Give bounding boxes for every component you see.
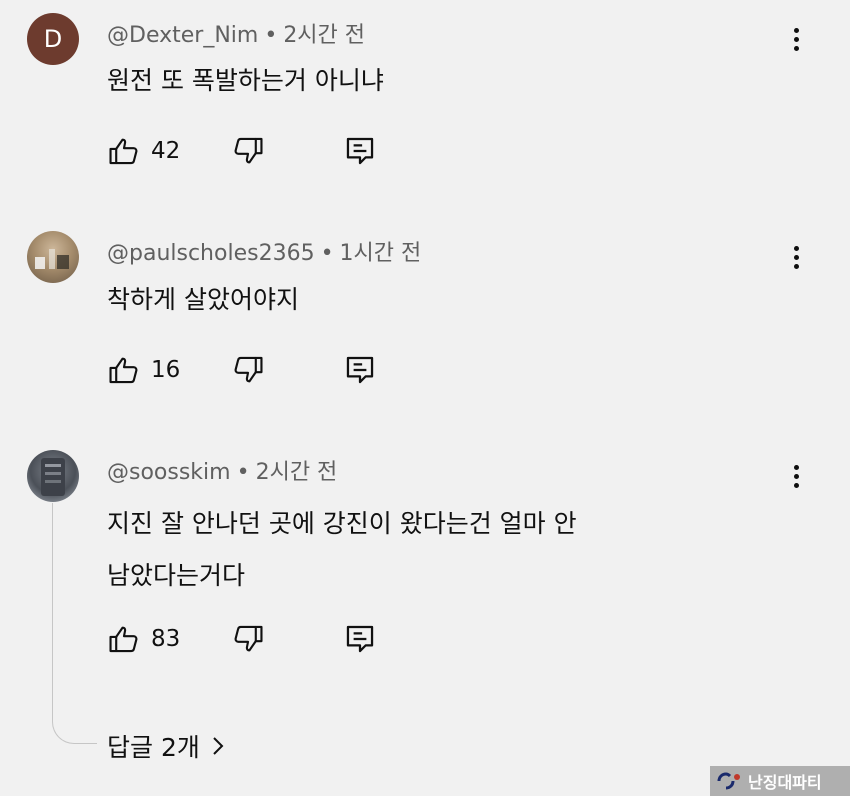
replies-label: 답글 2개	[107, 733, 200, 762]
thread-connector-line	[52, 503, 97, 744]
like-count: 16	[151, 357, 181, 383]
watermark: 난징대파티	[710, 766, 850, 796]
comment-time: 2시간 전	[255, 460, 338, 485]
watermark-text: 난징대파티	[748, 773, 822, 792]
comment-text: 착하게 살았어야지	[107, 280, 299, 316]
comment-text-line: 원전 또 폭발하는거 아니냐	[107, 66, 384, 95]
meta-separator: •	[236, 460, 250, 485]
meta-separator: •	[264, 23, 278, 48]
comment-meta: @paulscholes2365 • 1시간 전	[107, 235, 421, 267]
comment-author[interactable]: @paulscholes2365	[107, 241, 315, 266]
avatar[interactable]: D	[27, 13, 79, 65]
avatar[interactable]	[27, 231, 79, 283]
comment-actions: 42	[107, 134, 407, 170]
comment-text-line: 남았다는거다	[107, 561, 246, 590]
more-options-icon[interactable]	[784, 459, 808, 493]
comment-meta: @soosskim • 2시간 전	[107, 454, 337, 486]
like-count: 42	[151, 138, 181, 164]
thumbs-down-icon[interactable]	[231, 622, 265, 656]
reply-icon[interactable]	[343, 353, 377, 387]
like-count: 83	[151, 626, 181, 652]
more-options-icon[interactable]	[784, 240, 808, 274]
thumbs-up-icon[interactable]	[107, 622, 141, 656]
comment-text: 원전 또 폭발하는거 아니냐	[107, 61, 384, 97]
view-replies-button[interactable]: 답글 2개	[107, 728, 226, 764]
comment-text: 지진 잘 안나던 곳에 강진이 왔다는건 얼마 안 남았다는거다	[107, 498, 577, 602]
thumbs-down-icon[interactable]	[231, 353, 265, 387]
chevron-right-icon	[213, 737, 224, 755]
avatar-image	[35, 249, 69, 269]
thumbs-up-icon[interactable]	[107, 134, 141, 168]
meta-separator: •	[320, 241, 334, 266]
comment-author[interactable]: @soosskim	[107, 460, 231, 485]
comment-author[interactable]: @Dexter_Nim	[107, 23, 258, 48]
thumbs-up-icon[interactable]	[107, 353, 141, 387]
comment-actions: 83	[107, 622, 407, 658]
comment-text-line: 지진 잘 안나던 곳에 강진이 왔다는건 얼마 안	[107, 509, 577, 538]
comment-text-line: 착하게 살았어야지	[107, 285, 299, 314]
avatar-letter: D	[43, 25, 63, 53]
comment-time: 1시간 전	[339, 241, 422, 266]
avatar[interactable]	[27, 450, 79, 502]
reply-icon[interactable]	[343, 622, 377, 656]
comment-meta: @Dexter_Nim • 2시간 전	[107, 17, 365, 49]
more-options-icon[interactable]	[784, 22, 808, 56]
comment-actions: 16	[107, 353, 407, 389]
reply-icon[interactable]	[343, 134, 377, 168]
avatar-image	[41, 458, 65, 496]
thumbs-down-icon[interactable]	[231, 134, 265, 168]
watermark-logo-icon	[717, 772, 740, 790]
comment-time: 2시간 전	[283, 23, 366, 48]
